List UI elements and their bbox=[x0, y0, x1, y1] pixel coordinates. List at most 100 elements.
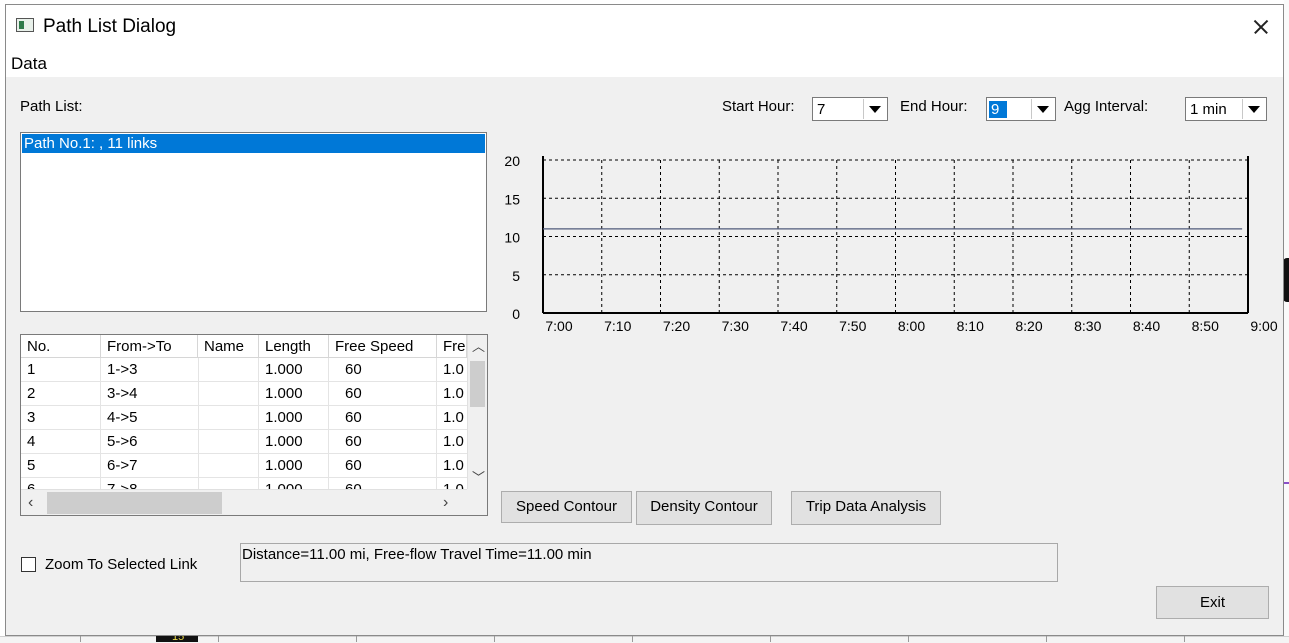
end-hour-value: 9 bbox=[989, 101, 1008, 118]
cell-from-to: 4->5 bbox=[101, 406, 199, 430]
x-tick-label: 8:10 bbox=[957, 318, 984, 334]
cell-free-flow: 1.0 bbox=[437, 382, 469, 406]
column-header-free-flow[interactable]: Fre bbox=[437, 335, 467, 358]
path-summary-text: Distance=11.00 mi, Free-flow Travel Time… bbox=[242, 546, 592, 563]
path-summary-box: Distance=11.00 mi, Free-flow Travel Time… bbox=[240, 543, 1058, 582]
cell-name bbox=[199, 430, 259, 454]
title-bar: Path List Dialog bbox=[6, 5, 1283, 49]
background-tick bbox=[218, 636, 219, 642]
y-tick-label: 5 bbox=[512, 268, 520, 284]
column-header-no[interactable]: No. bbox=[21, 335, 101, 358]
cell-from-to: 7->8 bbox=[101, 478, 199, 489]
table-row[interactable]: 67->8 1.000601.0 bbox=[21, 478, 469, 489]
cell-free-speed: 60 bbox=[329, 430, 437, 454]
menu-data[interactable]: Data bbox=[11, 54, 47, 74]
chevron-down-icon[interactable] bbox=[1031, 99, 1054, 119]
table-row[interactable]: 1 1->3 1.000 60 1.0 bbox=[21, 358, 469, 382]
column-header-length[interactable]: Length bbox=[259, 335, 329, 358]
x-tick-label: 7:20 bbox=[663, 318, 690, 334]
close-button[interactable] bbox=[1238, 5, 1283, 49]
cell-from-to: 1->3 bbox=[101, 358, 199, 382]
chevron-down-icon[interactable] bbox=[863, 99, 886, 119]
agg-interval-label: Agg Interval: bbox=[1064, 98, 1149, 115]
cell-length: 1.000 bbox=[259, 478, 329, 489]
start-hour-value: 7 bbox=[817, 101, 826, 118]
x-tick-label: 8:30 bbox=[1074, 318, 1101, 334]
background-tick bbox=[1046, 636, 1047, 642]
scroll-up-icon[interactable]: ︿ bbox=[472, 340, 485, 353]
x-tick-label: 7:10 bbox=[604, 318, 631, 334]
scroll-right-icon[interactable]: › bbox=[443, 495, 448, 511]
window-title: Path List Dialog bbox=[43, 16, 177, 37]
exit-button[interactable]: Exit bbox=[1156, 586, 1269, 619]
start-hour-select[interactable]: 7 bbox=[812, 97, 888, 121]
cell-length: 1.000 bbox=[259, 406, 329, 430]
scroll-down-icon[interactable]: ﹀ bbox=[472, 471, 485, 484]
x-tick-label: 8:40 bbox=[1133, 318, 1160, 334]
background-map-line bbox=[1284, 482, 1289, 484]
x-tick-label: 8:00 bbox=[898, 318, 925, 334]
zoom-to-selected-link-checkbox[interactable] bbox=[21, 557, 36, 572]
x-tick-label: 7:50 bbox=[839, 318, 866, 334]
table-body: 1 1->3 1.000 60 1.0 2 3->4 1.000 60 1.0 3 4->5 1.000… bbox=[21, 358, 469, 489]
cell-no: 2 bbox=[21, 382, 101, 406]
horizontal-scroll-thumb[interactable] bbox=[47, 492, 222, 514]
start-hour-label: Start Hour: bbox=[722, 98, 795, 115]
y-tick-label: 0 bbox=[512, 306, 520, 322]
path-list-label: Path List: bbox=[20, 98, 83, 115]
cell-free-speed: 60 bbox=[329, 478, 437, 489]
link-table: No. From->To Name Length Free Speed Fre … bbox=[20, 334, 488, 516]
table-row[interactable]: 5 6->7 1.000 60 1.0 bbox=[21, 454, 469, 478]
path-list-item[interactable]: Path No.1: , 11 links bbox=[22, 134, 485, 153]
x-tick-label: 7:00 bbox=[545, 318, 572, 334]
speed-contour-button[interactable]: Speed Contour bbox=[501, 491, 632, 523]
background-app-edge bbox=[1284, 0, 1289, 642]
background-tick bbox=[356, 636, 357, 642]
cell-name bbox=[199, 478, 259, 489]
table-row[interactable]: 2 3->4 1.000 60 1.0 bbox=[21, 382, 469, 406]
x-tick-label: 7:40 bbox=[780, 318, 807, 334]
cell-no: 3 bbox=[21, 406, 101, 430]
vertical-scroll-thumb[interactable] bbox=[470, 361, 485, 407]
cell-no: 5 bbox=[21, 454, 101, 478]
cell-no: 6 bbox=[21, 478, 101, 489]
horizontal-scrollbar[interactable]: ‹ › bbox=[21, 489, 467, 515]
cell-free-flow: 1.0 bbox=[437, 430, 469, 454]
background-tick bbox=[632, 636, 633, 642]
cell-free-speed: 60 bbox=[329, 382, 437, 406]
cell-length: 1.000 bbox=[259, 454, 329, 478]
agg-interval-value: 1 min bbox=[1190, 101, 1227, 118]
cell-free-speed: 60 bbox=[329, 358, 437, 382]
menu-bar: Data bbox=[6, 49, 1283, 77]
cell-length: 1.000 bbox=[259, 382, 329, 406]
scroll-corner bbox=[467, 489, 487, 515]
background-tick bbox=[770, 636, 771, 642]
vertical-scrollbar[interactable]: ︿ ﹀ bbox=[467, 335, 487, 489]
cell-name bbox=[199, 406, 259, 430]
background-tick bbox=[494, 636, 495, 642]
cell-free-flow: 1.0 bbox=[437, 358, 469, 382]
cell-name bbox=[199, 358, 259, 382]
cell-length: 1.000 bbox=[259, 358, 329, 382]
density-contour-button[interactable]: Density Contour bbox=[636, 491, 772, 525]
zoom-to-selected-link-label[interactable]: Zoom To Selected Link bbox=[45, 556, 197, 573]
column-header-from-to[interactable]: From->To bbox=[101, 335, 198, 358]
end-hour-select[interactable]: 9 bbox=[986, 97, 1056, 121]
cell-free-flow: 1.0 bbox=[437, 406, 469, 430]
cell-no: 1 bbox=[21, 358, 101, 382]
path-listbox[interactable]: Path No.1: , 11 links bbox=[20, 132, 487, 312]
column-header-name[interactable]: Name bbox=[198, 335, 259, 358]
chevron-down-icon[interactable] bbox=[1242, 99, 1265, 119]
table-row[interactable]: 3 4->5 1.000 60 1.0 bbox=[21, 406, 469, 430]
app-icon bbox=[16, 18, 34, 32]
agg-interval-select[interactable]: 1 min bbox=[1185, 97, 1267, 121]
cell-free-speed: 60 bbox=[329, 454, 437, 478]
background-tick bbox=[908, 636, 909, 642]
cell-free-speed: 60 bbox=[329, 406, 437, 430]
x-tick-label: 9:00 bbox=[1250, 318, 1277, 334]
scroll-left-icon[interactable]: ‹ bbox=[28, 495, 33, 511]
cell-free-flow: 1.0 bbox=[437, 454, 469, 478]
table-row[interactable]: 4 5->6 1.000 60 1.0 bbox=[21, 430, 469, 454]
trip-data-analysis-button[interactable]: Trip Data Analysis bbox=[791, 491, 941, 525]
column-header-free-speed[interactable]: Free Speed bbox=[329, 335, 437, 358]
